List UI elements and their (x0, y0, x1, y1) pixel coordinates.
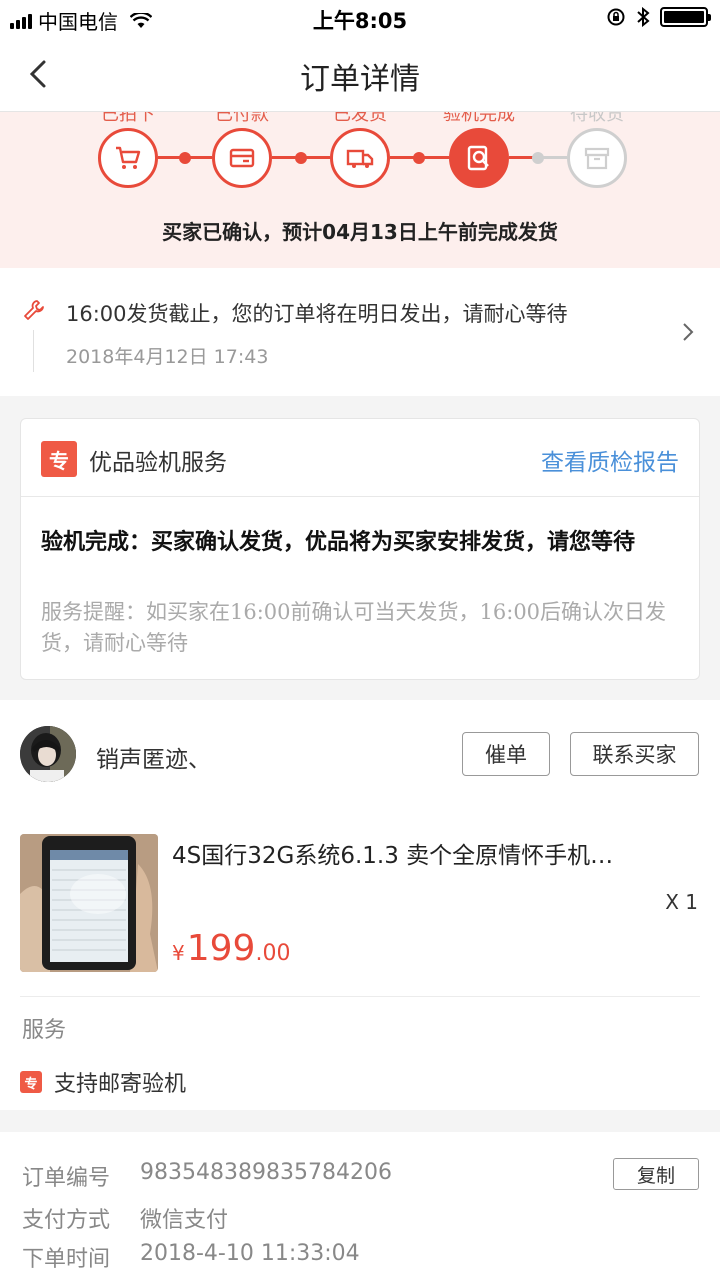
order-block: 销声匿迹、 催单 联系买家 4S国行32G系统6.1.3 卖个全原情怀手机… X… (0, 700, 720, 1110)
wrench-icon (24, 300, 44, 320)
avatar[interactable] (20, 726, 76, 782)
step-inspected (449, 128, 509, 188)
order-number-key: 订单编号 (22, 1166, 111, 1191)
service-section: 专 优品验机服务 查看质检报告 验机完成：买家确认发货，优品将为买家安排发货，请… (0, 396, 720, 700)
service-card-header: 专 优品验机服务 查看质检报告 (21, 419, 699, 497)
progress-dot (413, 152, 425, 164)
chevron-right-icon (683, 323, 694, 341)
bluetooth-icon (637, 7, 650, 27)
notice-time: 2018年4月12日 17:43 (66, 346, 269, 368)
copy-button[interactable]: 复制 (613, 1158, 699, 1190)
progress-dot (179, 152, 191, 164)
step-ordered (98, 128, 158, 188)
orientation-lock-icon (607, 8, 625, 26)
order-time-value: 2018-4-10 11:33:04 (140, 1241, 360, 1266)
divider (20, 996, 700, 997)
shipping-notice[interactable]: 16:00发货截止，您的订单将在明日发出，请耐心等待 2018年4月12日 17… (0, 268, 720, 396)
battery-icon (660, 7, 711, 27)
urge-button[interactable]: 催单 (462, 732, 550, 776)
notice-text: 16:00发货截止，您的订单将在明日发出，请耐心等待 (66, 302, 568, 326)
product-thumbnail[interactable] (20, 834, 158, 972)
product-price: ¥ 199 .00 (172, 928, 290, 969)
step-label: 已发货 (333, 112, 387, 125)
step-received (567, 128, 627, 188)
inspection-status: 验机完成：买家确认发货，优品将为买家安排发货，请您等待 (41, 530, 636, 555)
step-label: 已拍下 (101, 112, 155, 125)
special-badge: 专 (41, 441, 77, 477)
order-time-key: 下单时间 (22, 1247, 111, 1272)
service-item-label: 支持邮寄验机 (54, 1072, 187, 1097)
inspection-service-card: 专 优品验机服务 查看质检报告 验机完成：买家确认发货，优品将为买家安排发货，请… (20, 418, 700, 680)
progress-dot-pending (532, 152, 544, 164)
status-bar: 中国电信 上午8:05 (0, 0, 720, 36)
service-item: 专 支持邮寄验机 (20, 1066, 186, 1098)
step-label: 已付款 (215, 112, 269, 125)
price-integer: 199 (186, 928, 256, 969)
page-title: 订单详情 (300, 62, 420, 97)
status-right (606, 7, 711, 27)
payment-method-row: 支付方式 微信支付 (22, 1202, 228, 1234)
services-label: 服务 (22, 1018, 67, 1043)
step-shipped (330, 128, 390, 188)
box-icon (584, 147, 610, 170)
inspect-icon (467, 145, 489, 171)
seller-name: 销声匿迹、 (96, 747, 211, 773)
order-progress: 已拍下 已付款 已发货 验机完成 待收货 买家已确认，预计04月13日上午前完成… (0, 112, 720, 268)
truck-icon (346, 149, 374, 168)
product-title[interactable]: 4S国行32G系统6.1.3 卖个全原情怀手机… (172, 836, 652, 870)
order-number-row: 订单编号 983548389835784206 (22, 1160, 392, 1192)
cart-icon (116, 146, 141, 169)
service-title: 优品验机服务 (89, 450, 227, 476)
price-decimal: .00 (255, 941, 291, 966)
timeline-line (33, 330, 34, 372)
step-paid (212, 128, 272, 188)
step-labels: 已拍下 已付款 已发货 验机完成 待收货 (0, 112, 720, 125)
payment-method-value: 微信支付 (140, 1208, 229, 1233)
nav-bar: 订单详情 (0, 36, 720, 112)
special-badge: 专 (20, 1071, 42, 1093)
order-time-row: 下单时间 2018-4-10 11:33:04 (22, 1241, 360, 1273)
order-number-value: 983548389835784206 (140, 1160, 392, 1185)
card-icon (229, 148, 255, 168)
payment-method-key: 支付方式 (22, 1208, 111, 1233)
step-label: 待收货 (570, 112, 624, 125)
order-info: 订单编号 983548389835784206 复制 支付方式 微信支付 下单时… (0, 1132, 720, 1280)
progress-message: 买家已确认，预计04月13日上午前完成发货 (162, 220, 558, 244)
step-label: 验机完成 (443, 112, 515, 125)
service-reminder: 服务提醒：如买家在16:00前确认可当天发货，16:00后确认次日发货，请耐心等… (41, 600, 667, 655)
contact-buyer-button[interactable]: 联系买家 (570, 732, 699, 776)
price-currency: ¥ (172, 941, 185, 965)
view-report-link[interactable]: 查看质检报告 (541, 443, 679, 477)
progress-dot (295, 152, 307, 164)
product-quantity: X 1 (665, 890, 698, 914)
